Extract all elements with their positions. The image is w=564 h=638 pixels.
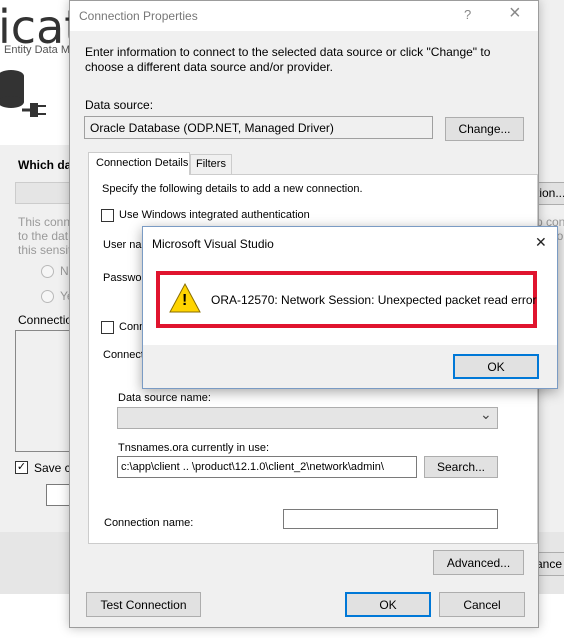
tnsnames-label: Tnsnames.ora currently in use: — [118, 442, 270, 454]
specify-text: Specify the following details to add a n… — [102, 183, 363, 195]
chevron-down-icon: ⌄ — [480, 406, 492, 422]
wizard-subtitle-fragment: Entity Data M — [4, 44, 71, 56]
password-label: Passwor — [103, 272, 146, 284]
tab-connection-details-label: Connection Details — [96, 157, 189, 169]
desc-line-1: This conn — [18, 215, 71, 229]
error-ok-button[interactable]: OK — [453, 354, 539, 379]
error-message-box: Microsoft Visual Studio ✕ ! ORA-12570: N… — [142, 226, 558, 389]
dialog-title: Connection Properties — [79, 9, 198, 23]
background-cancel-label: ance — [536, 557, 563, 571]
user-name-label: User nar — [103, 239, 146, 251]
error-message: ORA-12570: Network Session: Unexpected p… — [211, 293, 537, 307]
radio-yes[interactable] — [41, 290, 54, 303]
ok-button[interactable]: OK — [345, 592, 431, 617]
data-source-name-combo[interactable]: ⌄ — [117, 406, 498, 429]
data-source-name-label: Data source name: — [118, 392, 211, 404]
database-plug-icon — [0, 68, 50, 128]
connection-string-box — [15, 330, 70, 452]
which-label: Which da — [18, 158, 72, 172]
warning-icon-glyph: ! — [182, 292, 188, 309]
tnsnames-field[interactable]: c:\app\client .. \product\12.1.0\client_… — [117, 456, 417, 478]
tab-filters[interactable]: Filters — [190, 154, 232, 174]
test-connection-button[interactable]: Test Connection — [86, 592, 201, 617]
data-source-label: Data source: — [85, 98, 154, 112]
connection-label: Connectio — [18, 313, 73, 327]
advanced-button[interactable]: Advanced... — [433, 550, 524, 575]
radio-no-label: N — [60, 264, 69, 278]
connection-name-label: Connection name: — [104, 517, 194, 529]
windows-auth-label: Use Windows integrated authentication — [119, 209, 310, 221]
tab-connection-details[interactable]: Connection Details — [88, 152, 190, 175]
intro-text: Enter information to connect to the sele… — [85, 45, 491, 74]
data-source-field: Oracle Database (ODP.NET, Managed Driver… — [84, 116, 433, 139]
radio-no[interactable] — [41, 265, 54, 278]
desc-line-2: to the dat — [18, 229, 69, 243]
error-box-title: Microsoft Visual Studio — [152, 237, 274, 251]
search-button[interactable]: Search... — [424, 456, 498, 478]
desc-line-3: this sensit — [18, 243, 72, 257]
change-button[interactable]: Change... — [445, 117, 524, 141]
help-icon[interactable]: ? — [464, 7, 471, 22]
error-box-close-icon[interactable]: ✕ — [535, 234, 547, 251]
connection-name-field[interactable] — [283, 509, 498, 529]
close-icon[interactable]: × — [509, 2, 521, 25]
save-checkbox[interactable]: ✓ — [15, 461, 28, 474]
tion-button-label: tion... — [536, 186, 564, 200]
tab-filters-label: Filters — [196, 158, 226, 170]
connect-label: Connect — [103, 349, 144, 361]
windows-auth-checkbox[interactable] — [101, 209, 114, 222]
warning-icon: ! — [168, 282, 202, 314]
save-name-field[interactable] — [46, 484, 70, 506]
cancel-button[interactable]: Cancel — [439, 592, 525, 617]
background-combo[interactable] — [15, 182, 70, 204]
conn-checkbox[interactable] — [101, 321, 114, 334]
